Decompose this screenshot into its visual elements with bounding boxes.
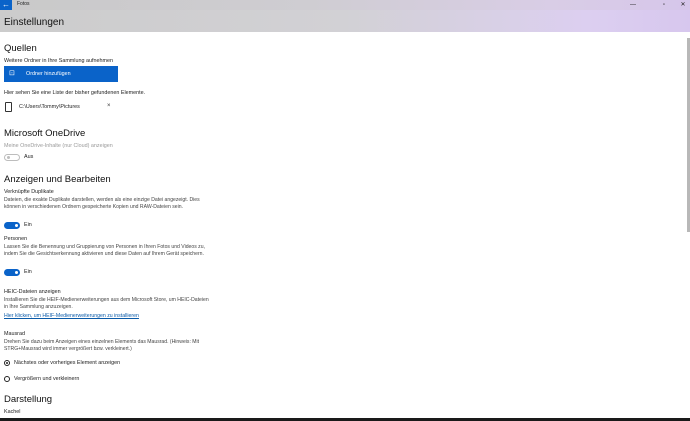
page-title: Einstellungen [4, 17, 65, 28]
remove-folder-button[interactable]: × [107, 103, 111, 109]
app-name: Fotos [17, 1, 30, 7]
folder-device-icon [5, 102, 12, 112]
heic-label: HEIC-Dateien anzeigen [4, 289, 61, 295]
heic-description: Installieren Sie die HEIF-Medienerweiter… [4, 297, 209, 311]
people-label: Personen [4, 236, 28, 242]
maximize-button[interactable]: ▫ [657, 0, 671, 10]
add-folders-text: Weitere Ordner in Ihre Sammlung aufnehme… [4, 58, 113, 64]
mousewheel-label: Mausrad [4, 331, 25, 337]
add-folder-label: Ordner hinzufügen [26, 71, 71, 77]
people-description: Lassen Sie die Benennung und Gruppierung… [4, 244, 205, 258]
people-toggle-state: Ein [24, 269, 32, 275]
settings-content: Quellen Weitere Ordner in Ihre Sammlung … [0, 32, 686, 421]
window-titlebar: ← Fotos — ▫ ✕ [0, 0, 690, 10]
people-toggle[interactable] [4, 269, 20, 276]
onedrive-label: Meine OneDrive-Inhalte (nur Cloud) anzei… [4, 143, 113, 149]
back-button[interactable]: ← [0, 0, 12, 10]
display-heading: Darstellung [4, 394, 53, 405]
add-folder-button[interactable]: ⊡ Ordner hinzufügen [4, 66, 118, 82]
duplicates-label: Verknüpfte Duplikate [4, 189, 54, 195]
folder-path: C:\Users\Tommy\Pictures [19, 104, 80, 110]
page-header: Einstellungen [0, 10, 690, 32]
minimize-button[interactable]: — [626, 0, 640, 10]
onedrive-toggle[interactable] [4, 154, 20, 161]
folder-add-icon: ⊡ [9, 70, 15, 77]
sources-heading: Quellen [4, 43, 37, 54]
mousewheel-description: Drehen Sie dazu beim Anzeigen eines einz… [4, 339, 200, 353]
mousewheel-option-zoom[interactable]: Vergrößern und verkleinern [14, 376, 79, 382]
mousewheel-radio-zoom[interactable] [4, 376, 10, 382]
duplicates-toggle-state: Ein [24, 222, 32, 228]
view-edit-heading: Anzeigen und Bearbeiten [4, 174, 111, 185]
mousewheel-radio-next[interactable] [4, 360, 10, 366]
close-button[interactable]: ✕ [676, 0, 690, 10]
duplicates-toggle[interactable] [4, 222, 20, 229]
display-tile-label: Kachel [4, 409, 21, 415]
heic-install-link[interactable]: Hier klicken, um HEIF-Medienerweiterunge… [4, 313, 139, 319]
duplicates-description: Dateien, die exakte Duplikate darstellen… [4, 197, 200, 211]
folder-list-text: Hier sehen Sie eine Liste der bisher gef… [4, 90, 146, 96]
onedrive-heading: Microsoft OneDrive [4, 128, 86, 139]
onedrive-toggle-state: Aus [24, 154, 34, 160]
mousewheel-option-next[interactable]: Nächstes oder vorheriges Element anzeige… [14, 360, 120, 366]
